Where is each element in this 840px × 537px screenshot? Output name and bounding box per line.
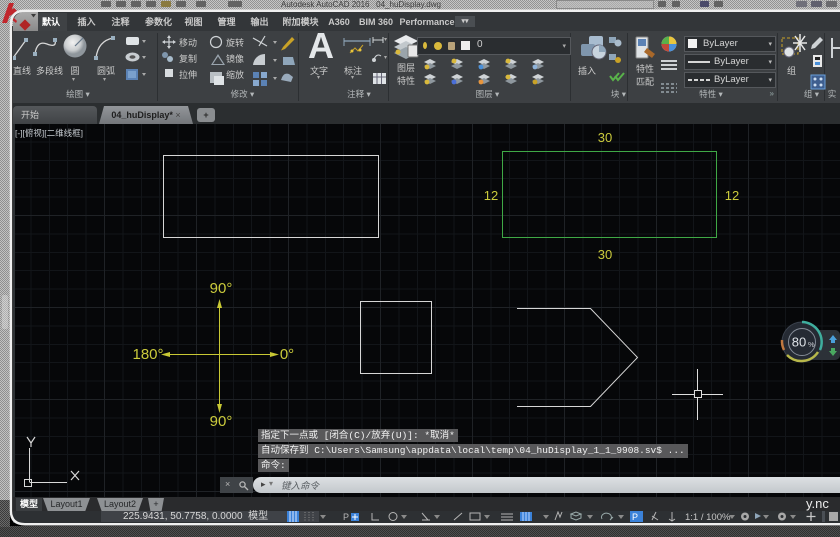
svg-text:P: P: [343, 512, 349, 522]
svg-text:%: %: [808, 340, 815, 349]
svg-text:30: 30: [598, 130, 612, 145]
svg-text:90°: 90°: [210, 280, 233, 297]
svg-text:12: 12: [484, 188, 498, 203]
svg-text:0°: 0°: [280, 346, 294, 363]
svg-text:1:1 / 100%: 1:1 / 100%: [685, 512, 731, 522]
svg-text:80: 80: [792, 335, 806, 350]
svg-text:30: 30: [598, 247, 612, 262]
svg-text:90°: 90°: [210, 413, 233, 430]
svg-text:180°: 180°: [132, 346, 163, 363]
svg-text:P: P: [632, 512, 638, 522]
svg-text:12: 12: [725, 188, 739, 203]
